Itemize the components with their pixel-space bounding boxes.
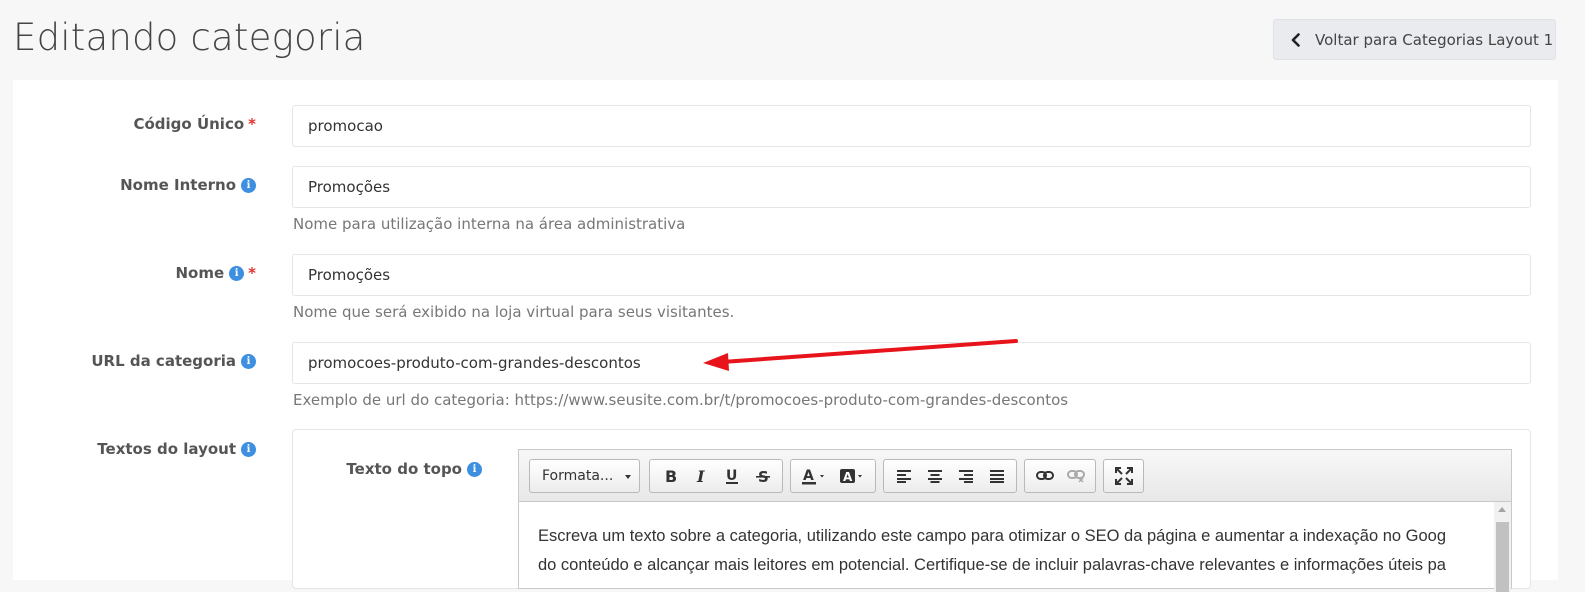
back-to-categories-button[interactable]: Voltar para Categorias Layout 1 (1273, 19, 1556, 60)
alignment-group (883, 458, 1017, 493)
chevron-left-icon (1289, 32, 1303, 47)
svg-text:A: A (843, 470, 853, 484)
format-dropdown-label: Formata... (542, 467, 614, 484)
fullscreen-icon[interactable] (1108, 462, 1139, 490)
url-input[interactable]: promocoes-produto-com-grandes-descontos (292, 342, 1531, 384)
format-dropdown[interactable]: Formata... (529, 458, 640, 493)
nome-help: Nome que será exibido na loja virtual pa… (293, 303, 735, 321)
svg-text:I: I (696, 468, 705, 484)
caret-down-icon (625, 474, 631, 479)
nome-label: Nome i * (175, 264, 256, 282)
textos-layout-label: Textos do layout i (97, 440, 256, 458)
strikethrough-icon[interactable]: S (747, 462, 778, 490)
bold-icon[interactable]: B (654, 462, 685, 490)
background-color-icon[interactable]: A (833, 462, 871, 490)
codigo-unico-value: promocao (308, 117, 383, 135)
unlink-icon[interactable] (1060, 462, 1091, 490)
codigo-unico-label: Código Único * (133, 115, 256, 133)
url-label-text: URL da categoria (91, 352, 236, 370)
svg-text:U: U (726, 468, 737, 484)
align-justify-icon[interactable] (981, 462, 1012, 490)
color-group: A A (790, 458, 876, 493)
align-left-icon[interactable] (888, 462, 919, 490)
editor-text-line: Escreva um texto sobre a categoria, util… (538, 527, 1447, 545)
svg-text:A: A (803, 468, 814, 484)
svg-text:B: B (665, 468, 677, 484)
url-value: promocoes-produto-com-grandes-descontos (308, 354, 641, 372)
link-icon[interactable] (1029, 462, 1060, 490)
rich-text-editor[interactable]: Formata... B I U S A A Escreva um texto … (518, 449, 1512, 592)
page-title: Editando categoria (13, 16, 366, 59)
nome-interno-label: Nome Interno i (120, 176, 256, 194)
nome-label-text: Nome (175, 264, 225, 282)
required-mark: * (248, 115, 256, 133)
link-group (1024, 458, 1096, 493)
align-right-icon[interactable] (950, 462, 981, 490)
codigo-unico-label-text: Código Único (133, 115, 245, 133)
url-label: URL da categoria i (91, 352, 256, 370)
back-button-label: Voltar para Categorias Layout 1 (1315, 30, 1554, 49)
codigo-unico-input[interactable]: promocao (292, 105, 1531, 147)
info-icon[interactable]: i (241, 441, 256, 457)
scroll-up-icon[interactable] (1498, 507, 1506, 512)
textos-layout-label-text: Textos do layout (97, 440, 236, 458)
underline-icon[interactable]: U (716, 462, 747, 490)
info-icon[interactable]: i (229, 265, 245, 281)
editor-text-line: do conteúdo e alcançar mais leitores em … (538, 556, 1446, 574)
fullscreen-group (1103, 458, 1144, 493)
required-mark: * (248, 264, 256, 282)
align-center-icon[interactable] (919, 462, 950, 490)
nome-interno-label-text: Nome Interno (120, 176, 236, 194)
scrollbar-thumb[interactable] (1496, 522, 1509, 592)
texto-topo-label-text: Texto do topo (346, 460, 462, 478)
nome-value: Promoções (308, 266, 391, 284)
info-icon[interactable]: i (241, 353, 256, 369)
text-style-group: B I U S (649, 458, 783, 493)
nome-interno-value: Promoções (308, 178, 391, 196)
italic-icon[interactable]: I (685, 462, 716, 490)
nome-input[interactable]: Promoções (292, 254, 1531, 296)
text-color-icon[interactable]: A (795, 462, 833, 490)
nome-interno-input[interactable]: Promoções (292, 166, 1531, 208)
texto-topo-label: Texto do topo i (346, 460, 482, 478)
nome-interno-help: Nome para utilização interna na área adm… (293, 215, 686, 233)
info-icon[interactable]: i (241, 177, 256, 193)
editor-scrollbar[interactable] (1494, 502, 1511, 592)
info-icon[interactable]: i (467, 461, 482, 477)
editor-toolbar: Formata... B I U S A A (519, 450, 1511, 502)
editor-content-area[interactable]: Escreva um texto sobre a categoria, util… (519, 502, 1493, 580)
url-help: Exemplo de url do categoria: https://www… (293, 391, 1069, 409)
